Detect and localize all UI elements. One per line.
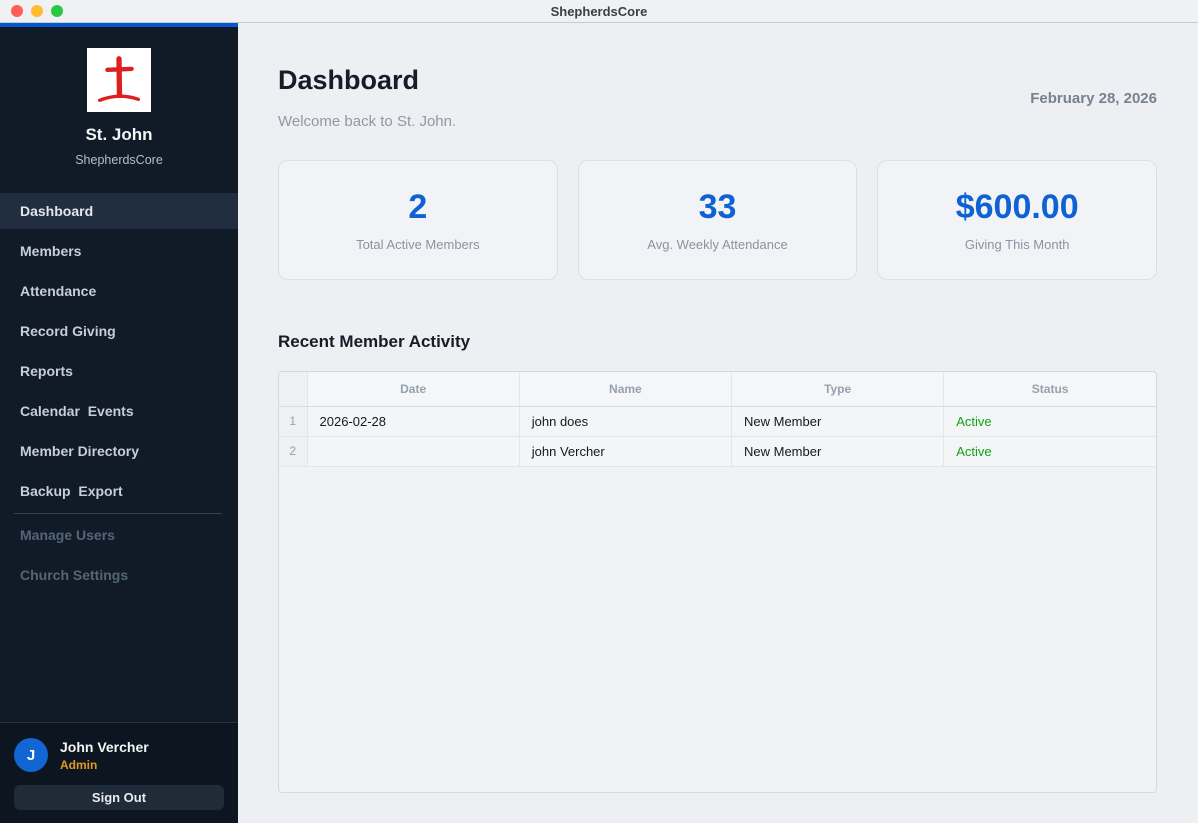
church-name: St. John (85, 125, 153, 144)
section-title: Recent Member Activity (278, 332, 471, 351)
red-cross-icon (97, 56, 141, 102)
sidebar-item-label: Record Giving (20, 323, 116, 339)
app-name: ShepherdsCore (75, 153, 163, 167)
sidebar-item-label: Attendance (20, 283, 97, 299)
user-row: J John Vercher Admin (14, 738, 224, 772)
brand-block: St. John ShepherdsCore (0, 27, 238, 167)
sidebar-item-label: Member Directory (20, 443, 140, 459)
sidebar-nav: Dashboard Members Attendance Record Giving R… (0, 193, 238, 597)
table-body: 1 2026-02-28 john does New Member Active 2 joh… (279, 405, 1156, 467)
table-row: 2 john Vercher New Member Active (279, 435, 1156, 467)
traffic-lights (11, 5, 63, 17)
cell-type[interactable]: New Member (730, 435, 945, 467)
cell-date[interactable] (306, 435, 520, 467)
stat-label: Total Active Members (356, 237, 480, 252)
column-header-date: Date (306, 372, 520, 407)
sidebar-item-calendar-events[interactable]: Calendar Events (0, 393, 238, 429)
stat-card-total-active-members: 2 Total Active Members (278, 160, 558, 280)
zoom-window-button[interactable] (51, 5, 63, 17)
stat-value: 33 (698, 188, 737, 226)
stat-value: $600.00 (955, 188, 1079, 226)
row-number: 1 (279, 405, 308, 437)
window-title: ShepherdsCore (550, 3, 648, 19)
sidebar-item-label: Reports (20, 363, 73, 379)
cell-type[interactable]: New Member (730, 405, 945, 437)
stat-card-avg-weekly-attendance: 33 Avg. Weekly Attendance (577, 160, 858, 280)
cell-name[interactable]: john Vercher (518, 435, 733, 467)
sidebar-item-label: Calendar Events (20, 403, 134, 419)
page-title: Dashboard (278, 65, 420, 95)
sidebar-item-record-giving[interactable]: Record Giving (0, 313, 238, 349)
current-date: February 28, 2026 (1030, 90, 1157, 107)
sidebar-item-reports[interactable]: Reports (0, 353, 238, 389)
column-header-name: Name (518, 372, 733, 407)
sidebar: St. John ShepherdsCore Dashboard Members A… (0, 23, 238, 823)
sidebar-item-attendance[interactable]: Attendance (0, 273, 238, 309)
column-header-type: Type (730, 372, 945, 407)
nav-divider (14, 513, 222, 514)
close-window-button[interactable] (11, 5, 23, 17)
sidebar-item-member-directory[interactable]: Member Directory (0, 433, 238, 469)
sidebar-item-manage-users[interactable]: Manage Users (0, 517, 238, 553)
sidebar-item-label: Manage Users (20, 527, 115, 543)
sidebar-item-members[interactable]: Members (0, 233, 238, 269)
stat-label: Giving This Month (964, 237, 1070, 252)
sidebar-item-label: Members (20, 243, 82, 259)
welcome-text: Welcome back to St. John. (278, 113, 457, 130)
table-corner-cell (279, 372, 308, 407)
user-section: J John Vercher Admin Sign Out (0, 722, 238, 823)
church-logo (87, 48, 151, 112)
recent-activity-table-container: Date Name Type Status 1 2026-02-28 john does N… (278, 371, 1157, 793)
cell-status[interactable]: Active (943, 435, 1156, 467)
user-role-badge: Admin (60, 757, 98, 772)
main-content: Dashboard February 28, 2026 Welcome back… (238, 23, 1198, 823)
titlebar: ShepherdsCore (0, 0, 1198, 23)
column-header-status: Status (943, 372, 1156, 407)
cell-status[interactable]: Active (943, 405, 1156, 437)
user-avatar: J (14, 738, 48, 772)
sidebar-item-dashboard[interactable]: Dashboard (0, 193, 238, 229)
stat-cards: 2 Total Active Members 33 Avg. Weekly Atten… (278, 160, 1158, 280)
user-name: John Vercher (60, 738, 149, 755)
minimize-window-button[interactable] (31, 5, 43, 17)
sidebar-item-label: Church Settings (20, 567, 129, 583)
app-window: ShepherdsCore St. John ShepherdsCore Das… (0, 0, 1198, 823)
table-row: 1 2026-02-28 john does New Member Active (279, 405, 1156, 437)
recent-activity-table: Date Name Type Status 1 2026-02-28 john does N… (279, 372, 1156, 467)
sidebar-item-label: Dashboard (20, 203, 94, 219)
stat-card-giving-this-month: $600.00 Giving This Month (877, 160, 1158, 280)
table-header-row: Date Name Type Status (279, 372, 1156, 407)
sidebar-item-label: Backup Export (20, 483, 123, 499)
stat-label: Avg. Weekly Attendance (647, 237, 788, 252)
row-number: 2 (279, 435, 308, 467)
sidebar-item-church-settings[interactable]: Church Settings (0, 557, 238, 593)
cell-date[interactable]: 2026-02-28 (306, 405, 520, 437)
stat-value: 2 (408, 188, 428, 226)
sidebar-item-backup-export[interactable]: Backup Export (0, 473, 238, 509)
cell-name[interactable]: john does (518, 405, 733, 437)
sign-out-button[interactable]: Sign Out (14, 785, 224, 810)
page-header: Dashboard February 28, 2026 (278, 65, 1157, 107)
